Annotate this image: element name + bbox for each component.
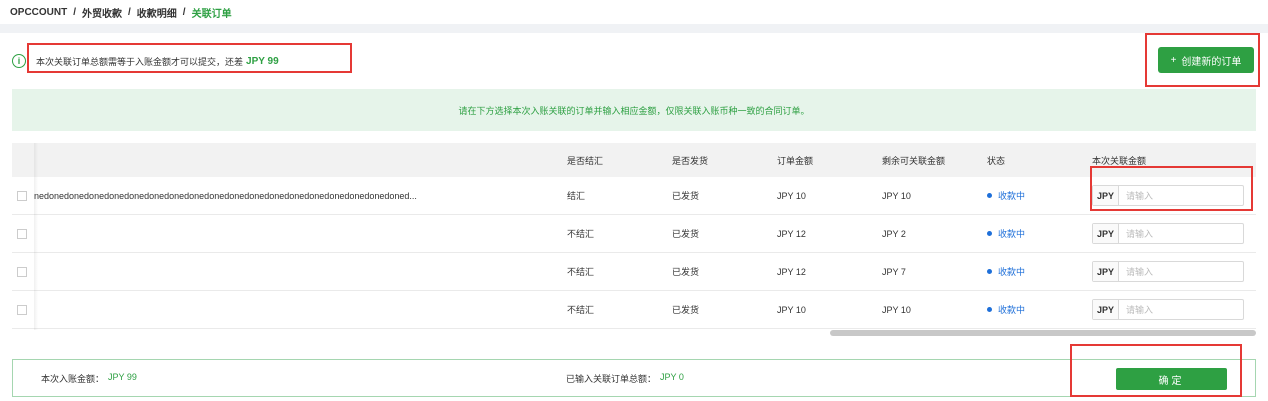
ship-cell: 已发货 bbox=[672, 267, 700, 277]
status-text: 收款中 bbox=[998, 305, 1026, 315]
header-status: 状态 bbox=[987, 155, 1006, 166]
highlight-notice bbox=[27, 43, 352, 73]
header-settle: 是否结汇 bbox=[567, 155, 604, 166]
remain-cell: JPY 10 bbox=[882, 190, 911, 201]
row-checkbox[interactable] bbox=[17, 304, 27, 315]
amount-cell: JPY 10 bbox=[777, 304, 806, 315]
table-row: 不结汇 已发货 JPY 12 JPY 2 收款中 JPY bbox=[12, 215, 1256, 253]
status-dot-icon bbox=[987, 193, 992, 198]
breadcrumb-separator: / bbox=[73, 6, 77, 18]
settle-cell: 不结汇 bbox=[567, 229, 595, 239]
highlight-link-input bbox=[1090, 166, 1253, 211]
remain-cell: JPY 2 bbox=[882, 228, 906, 239]
link-amount-input-group: JPY bbox=[1092, 223, 1244, 244]
order-name: nedonedonedonedonedonedonedonedonedonedo… bbox=[34, 190, 417, 201]
table-header: 是否结汇 是否发货 订单金额 剩余可关联金额 状态 本次关联金额 bbox=[12, 143, 1256, 177]
status-text: 收款中 bbox=[998, 229, 1026, 239]
breadcrumb-item-current: 关联订单 bbox=[191, 8, 232, 20]
highlight-confirm-button bbox=[1070, 344, 1242, 397]
header-ship: 是否发货 bbox=[672, 155, 709, 166]
breadcrumb: OPCCOUNT / 外贸收款 / 收款明细 / 关联订单 bbox=[0, 0, 1268, 24]
currency-prefix: JPY bbox=[1093, 224, 1119, 243]
ship-cell: 已发货 bbox=[672, 305, 700, 315]
ship-cell: 已发货 bbox=[672, 191, 700, 201]
link-amount-input[interactable] bbox=[1119, 300, 1243, 319]
row-checkbox[interactable] bbox=[17, 228, 27, 239]
header-remain: 剩余可关联金额 bbox=[882, 155, 946, 166]
link-amount-input[interactable] bbox=[1119, 262, 1243, 281]
settle-cell: 结汇 bbox=[567, 191, 586, 201]
main-card: i 本次关联订单总额需等于入账金额才可以提交，还差 JPY 99 + 创建新的订… bbox=[0, 33, 1268, 401]
status-cell: 收款中 bbox=[987, 303, 1092, 316]
status-cell: 收款中 bbox=[987, 227, 1092, 240]
breadcrumb-item-trade[interactable]: 外贸收款 bbox=[82, 5, 122, 20]
info-banner: 请在下方选择本次入账关联的订单并输入相应金额，仅限关联入账币种一致的合同订单。 bbox=[12, 89, 1256, 131]
currency-prefix: JPY bbox=[1093, 262, 1119, 281]
remain-cell: JPY 7 bbox=[882, 266, 906, 277]
row-checkbox[interactable] bbox=[17, 190, 27, 201]
settle-cell: 不结汇 bbox=[567, 267, 595, 277]
income-label: 本次入账金额： bbox=[41, 373, 105, 384]
remain-cell: JPY 10 bbox=[882, 304, 911, 315]
amount-cell: JPY 10 bbox=[777, 190, 806, 201]
status-text: 收款中 bbox=[998, 267, 1026, 277]
link-amount-input-group: JPY bbox=[1092, 261, 1244, 282]
status-text: 收款中 bbox=[998, 191, 1026, 201]
link-amount-input[interactable] bbox=[1119, 224, 1243, 243]
breadcrumb-separator: / bbox=[128, 6, 131, 18]
status-dot-icon bbox=[987, 231, 992, 236]
entered-total-value: JPY 0 bbox=[660, 371, 684, 382]
info-icon: i bbox=[12, 54, 26, 68]
horizontal-scrollbar[interactable] bbox=[830, 330, 1256, 336]
income-value: JPY 99 bbox=[108, 371, 137, 382]
link-amount-input-group: JPY bbox=[1092, 299, 1244, 320]
status-dot-icon bbox=[987, 269, 992, 274]
settle-cell: 不结汇 bbox=[567, 305, 595, 315]
status-cell: 收款中 bbox=[987, 265, 1092, 278]
currency-prefix: JPY bbox=[1093, 300, 1119, 319]
breadcrumb-item-root[interactable]: OPCCOUNT bbox=[10, 7, 67, 18]
table-row: nedonedonedonedonedonedonedonedonedonedo… bbox=[12, 177, 1256, 215]
table-row: 不结汇 已发货 JPY 10 JPY 10 收款中 JPY bbox=[12, 291, 1256, 329]
table-row: 不结汇 已发货 JPY 12 JPY 7 收款中 JPY bbox=[12, 253, 1256, 291]
status-cell: 收款中 bbox=[987, 189, 1092, 202]
status-dot-icon bbox=[987, 307, 992, 312]
entered-total-label: 已输入关联订单总额： bbox=[566, 373, 657, 384]
ship-cell: 已发货 bbox=[672, 229, 700, 239]
breadcrumb-item-details[interactable]: 收款明细 bbox=[137, 5, 177, 20]
amount-cell: JPY 12 bbox=[777, 228, 806, 239]
row-checkbox[interactable] bbox=[17, 266, 27, 277]
header-amount: 订单金额 bbox=[777, 155, 814, 166]
orders-table: 是否结汇 是否发货 订单金额 剩余可关联金额 状态 本次关联金额 nedoned… bbox=[12, 143, 1256, 330]
fixed-column-shadow bbox=[34, 143, 38, 330]
header-link-amount: 本次关联金额 bbox=[1092, 155, 1147, 166]
highlight-create-button bbox=[1145, 33, 1260, 87]
breadcrumb-separator: / bbox=[182, 6, 186, 18]
amount-cell: JPY 12 bbox=[777, 266, 806, 277]
